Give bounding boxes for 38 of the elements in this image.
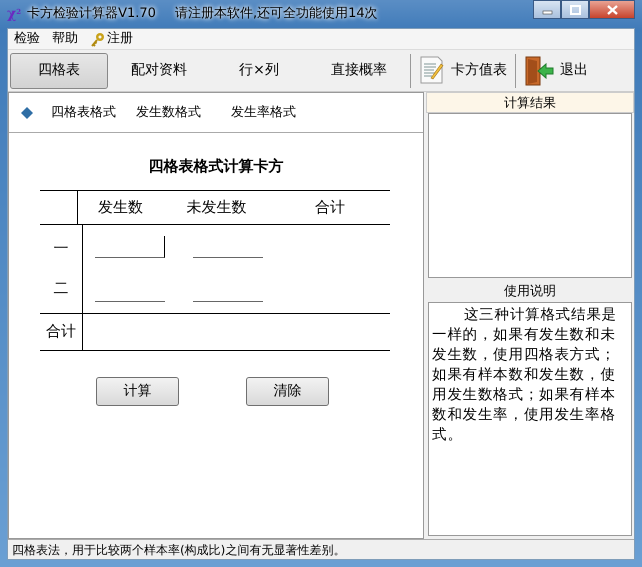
panel-header: 使用说明 [503, 283, 557, 302]
toolbar-tab[interactable]: 四格表 [10, 52, 108, 88]
chi-square-table-button[interactable]: 卡方值表 [413, 52, 513, 88]
status-text: 四格表法，用于比较两个样本率(构成比)之间有无显著性差别。 [12, 542, 346, 558]
window-title: 卡方检验计算器V1.70 [27, 5, 156, 24]
door-exit-icon [524, 56, 554, 86]
column-header: 发生数 [97, 196, 144, 218]
app-logo: χ$^{2}$ [7, 4, 22, 24]
help-text: 这三种计算格式结果是一样的，如果有发生数和未发生数，使用四格表方式；如果有样本数和发生数，使用发生数格式；如果有样本数和发生率，使用发生率格式。 [431, 306, 618, 446]
menu-item[interactable]: 检验 [14, 29, 40, 49]
format-option[interactable]: 四格表格式 [21, 102, 116, 122]
key-icon [90, 32, 105, 46]
action-button[interactable]: 计算 [96, 376, 179, 406]
column-header: 未发生数 [185, 196, 248, 218]
row-label: 二 [54, 278, 68, 300]
maximize-button[interactable] [561, 0, 589, 19]
format-option[interactable]: 发生率格式 [231, 102, 296, 122]
register-notice: 请注册本软件,还可全功能使用14次 [174, 5, 378, 24]
input-field[interactable] [95, 236, 165, 258]
row-label: 一 [54, 238, 68, 260]
menu-item[interactable]: 注册 [90, 29, 133, 49]
exit-button[interactable]: 退出 [518, 52, 594, 88]
table-title: 四格表格式计算卡方 [148, 156, 284, 177]
notepad-icon [419, 56, 445, 85]
toolbar-tab[interactable]: 直接概率 [310, 52, 408, 88]
panel-header: 计算结果 [426, 92, 634, 113]
row-label: 合计 [46, 321, 76, 342]
toolbar-tab[interactable]: 行×列 [210, 52, 308, 88]
diamond-icon [21, 106, 33, 118]
menu-item[interactable]: 帮助 [52, 29, 78, 49]
toolbar-tab[interactable]: 配对资料 [110, 52, 208, 88]
close-button[interactable] [589, 0, 635, 19]
maximize-icon [570, 4, 580, 14]
close-icon [606, 4, 618, 14]
action-button[interactable]: 清除 [246, 376, 329, 406]
format-option[interactable]: 发生数格式 [136, 102, 201, 122]
minimize-button[interactable] [533, 0, 561, 19]
column-header: 合计 [314, 196, 346, 218]
